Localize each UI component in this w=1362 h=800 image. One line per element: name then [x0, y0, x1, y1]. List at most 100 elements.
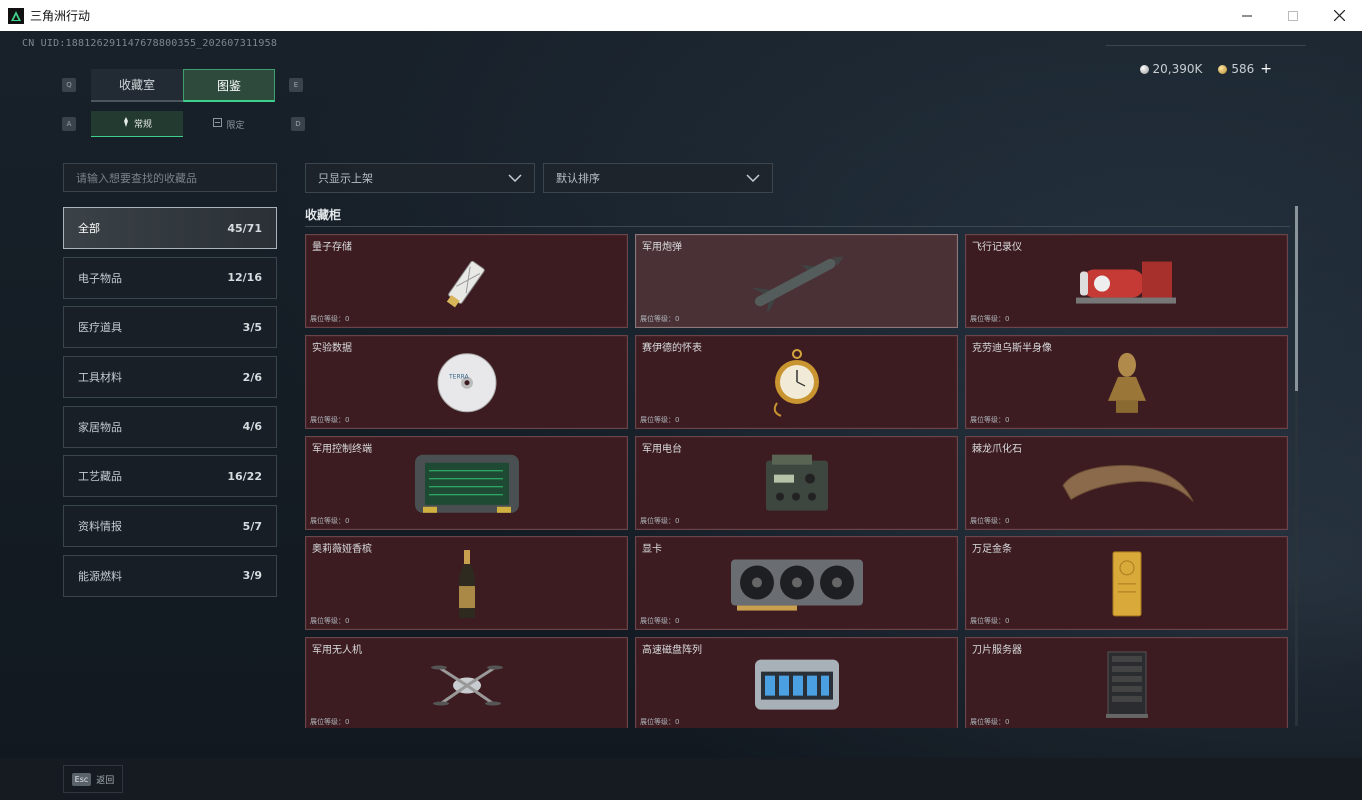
item-name: 万足金条	[972, 544, 1012, 556]
gold-bar-icon	[1110, 550, 1144, 622]
item-name: 量子存储	[312, 242, 352, 253]
category-count: 3/9	[242, 569, 262, 583]
silver-coin-icon	[1139, 65, 1149, 74]
collectible-card[interactable]: 显卡 展位等级：0	[635, 536, 958, 631]
close-button[interactable]	[1316, 0, 1362, 31]
missile-icon	[742, 252, 852, 316]
category-label: 工艺藏品	[78, 470, 122, 484]
scrollbar-thumb[interactable]	[1295, 206, 1298, 391]
next-tab-key[interactable]: E	[289, 78, 303, 92]
item-name: 克劳迪乌斯半身像	[972, 342, 1052, 354]
item-level: 展位等级：0	[970, 415, 1010, 424]
category-household[interactable]: 家居物品 4/6	[63, 405, 277, 448]
currency-bar: 20,390K 586 +	[1139, 61, 1272, 77]
category-label: 工具材料	[78, 371, 122, 385]
collectible-card[interactable]: 奥莉薇娅香槟 展位等级：0	[305, 536, 628, 631]
tab-collection-room[interactable]: 收藏室	[91, 69, 183, 102]
category-all[interactable]: 全部 45/71	[63, 207, 277, 249]
collectible-card[interactable]: 实验数据 TERRA 展位等级：0	[305, 334, 628, 429]
sort-value: 默认排序	[556, 172, 600, 185]
category-medical[interactable]: 医疗道具 3/5	[63, 306, 277, 349]
item-level: 展位等级：0	[970, 516, 1010, 525]
sort-dropdown[interactable]: 默认排序	[543, 163, 773, 193]
subtab-regular[interactable]: 常规	[91, 111, 183, 137]
back-label: 返回	[96, 775, 115, 786]
item-name: 高速磁盘阵列	[642, 645, 702, 657]
game-area: CN UID:188126291147678800355_20260731195…	[0, 31, 1362, 800]
collectible-card[interactable]: 军用控制终端 展位等级：0	[305, 435, 628, 530]
esc-key-hint: Esc	[71, 772, 92, 786]
item-name: 飞行记录仪	[972, 242, 1022, 253]
item-level: 展位等级：0	[310, 415, 350, 424]
header-divider	[1106, 45, 1306, 46]
collectible-card[interactable]: 飞行记录仪 展位等级：0	[965, 234, 1288, 328]
blade-server-icon	[1104, 650, 1150, 724]
collectible-card[interactable]: 克劳迪乌斯半身像 展位等级：0	[965, 334, 1288, 429]
main-tabs: 收藏室 图鉴	[91, 69, 275, 102]
category-electronics[interactable]: 电子物品 12/16	[63, 256, 277, 299]
limited-icon	[213, 118, 223, 130]
silver-currency: 20,390K	[1139, 62, 1202, 76]
gold-amount: 586	[1231, 62, 1255, 76]
radio-icon	[762, 452, 832, 518]
category-count: 4/6	[242, 420, 262, 434]
collectible-card[interactable]: 棘龙爪化石 展位等级：0	[965, 435, 1288, 530]
collectible-card[interactable]: 刀片服务器 展位等级：0	[965, 637, 1288, 728]
collectible-card[interactable]: 量子存储 展位等级：0	[305, 234, 628, 328]
disc-icon: TERRA	[435, 351, 499, 419]
category-list: 全部 45/71 电子物品 12/16 医疗道具 3/5 工具材料 2/6 家居物品 4/…	[63, 207, 277, 605]
category-label: 医疗道具	[78, 321, 122, 335]
player-uid: CN UID:188126291147678800355_20260731195…	[22, 38, 278, 49]
category-label: 全部	[78, 222, 100, 235]
chevron-down-icon	[508, 171, 522, 185]
item-name: 军用电台	[642, 443, 682, 455]
add-currency-button[interactable]: +	[1260, 61, 1272, 77]
back-button[interactable]: Esc 返回	[63, 765, 123, 793]
item-name: 棘龙爪化石	[972, 443, 1022, 455]
regular-icon	[122, 117, 130, 130]
collectible-card[interactable]: 军用电台 展位等级：0	[635, 435, 958, 530]
subtab-regular-label: 常规	[133, 120, 152, 130]
item-level: 展位等级：0	[970, 718, 1010, 727]
collectible-card[interactable]: 万足金条 展位等级：0	[965, 536, 1288, 631]
category-intel[interactable]: 资料情报 5/7	[63, 505, 277, 548]
usb-drive-icon	[437, 252, 497, 316]
prev-subtab-key[interactable]: A	[62, 117, 76, 131]
category-crafts[interactable]: 工艺藏品 16/22	[63, 455, 277, 498]
subtab-limited[interactable]: 限定	[183, 111, 275, 137]
shelf-filter-dropdown[interactable]: 只显示上架	[305, 163, 535, 193]
item-name: 刀片服务器	[972, 645, 1022, 657]
chevron-down-icon	[746, 171, 760, 185]
category-count: 16/22	[227, 469, 262, 483]
item-level: 展位等级：0	[310, 315, 350, 323]
category-count: 45/71	[227, 221, 262, 235]
item-name: 军用无人机	[312, 645, 362, 657]
next-subtab-key[interactable]: D	[291, 117, 305, 131]
category-count: 3/5	[242, 320, 262, 334]
collectible-card[interactable]: 军用炮弹 展位等级：0	[635, 234, 958, 328]
window-title: 三角洲行动	[30, 9, 91, 23]
gold-coin-icon	[1218, 65, 1228, 74]
search-input[interactable]: 请输入想要查找的收藏品	[63, 163, 277, 192]
maximize-button[interactable]	[1270, 0, 1316, 31]
category-tools[interactable]: 工具材料 2/6	[63, 356, 277, 399]
item-level: 展位等级：0	[640, 315, 680, 323]
collectible-card[interactable]: 高速磁盘阵列 展位等级：0	[635, 637, 958, 728]
gpu-icon	[727, 554, 867, 618]
item-level: 展位等级：0	[310, 718, 350, 727]
item-level: 展位等级：0	[970, 617, 1010, 626]
collectible-card[interactable]: 赛伊德的怀表 展位等级：0	[635, 334, 958, 429]
item-level: 展位等级：0	[640, 718, 680, 727]
collection-grid: 量子存储 展位等级：0 军用炮弹 展位等级：0 飞行记录仪 展位等级：0 实验数…	[305, 234, 1290, 728]
claw-fossil-icon	[1057, 455, 1197, 515]
tab-catalog[interactable]: 图鉴	[183, 69, 275, 102]
category-fuel[interactable]: 能源燃料 3/9	[63, 554, 277, 597]
item-name: 实验数据	[312, 342, 352, 354]
minimize-button[interactable]	[1224, 0, 1270, 31]
collectible-card[interactable]: 军用无人机 展位等级：0	[305, 637, 628, 728]
category-label: 资料情报	[78, 520, 122, 534]
prev-tab-key[interactable]: Q	[62, 78, 76, 92]
app-logo-icon	[8, 7, 24, 24]
gold-currency: 586 +	[1218, 61, 1272, 77]
category-count: 2/6	[242, 370, 262, 384]
